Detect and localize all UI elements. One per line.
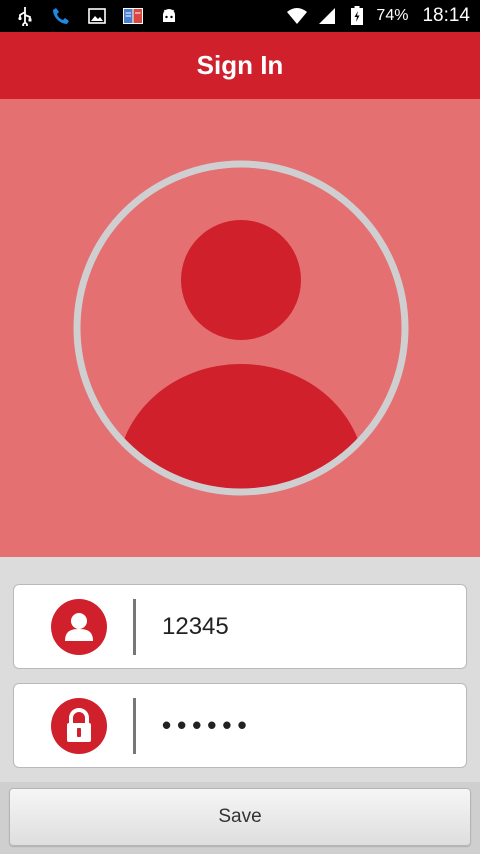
username-field[interactable]: 12345 xyxy=(13,584,467,669)
save-button-label: Save xyxy=(218,806,262,827)
usb-icon xyxy=(14,5,36,27)
avatar-section xyxy=(0,99,480,557)
field-divider xyxy=(133,598,136,655)
phone-icon xyxy=(50,5,72,27)
user-avatar-icon[interactable] xyxy=(72,159,410,497)
username-input[interactable]: 12345 xyxy=(162,613,229,641)
book-icon xyxy=(122,5,144,27)
password-input[interactable]: •••••• xyxy=(162,710,253,741)
wifi-icon xyxy=(286,5,308,27)
save-button[interactable]: Save xyxy=(9,788,471,846)
battery-icon xyxy=(346,5,368,27)
page-title: Sign In xyxy=(196,50,284,80)
signal-icon xyxy=(316,5,338,27)
password-field[interactable]: •••••• xyxy=(13,683,467,768)
android-icon xyxy=(158,5,180,27)
user-icon xyxy=(51,598,107,655)
bottom-bar: Save xyxy=(0,782,480,854)
app-bar: Sign In xyxy=(0,32,480,99)
lock-icon xyxy=(51,697,107,754)
login-form: 12345 •••••• xyxy=(0,557,480,782)
field-divider xyxy=(133,697,136,754)
status-bar: 74% 18:14 xyxy=(0,0,480,32)
clock: 18:14 xyxy=(422,5,470,26)
battery-percent: 74% xyxy=(376,7,409,24)
image-icon xyxy=(86,5,108,27)
